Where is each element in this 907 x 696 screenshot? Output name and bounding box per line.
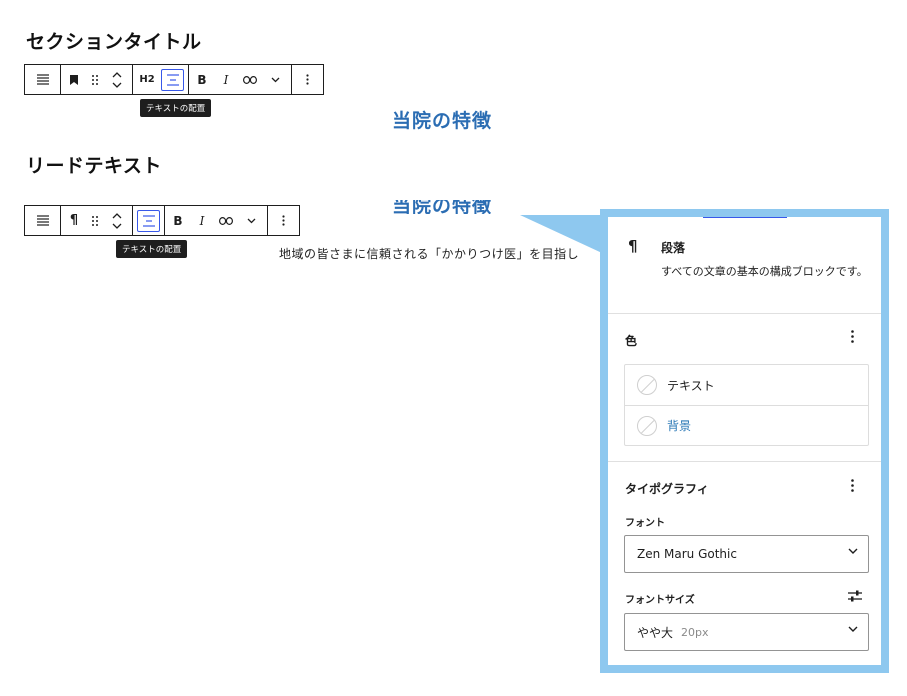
section-divider	[608, 461, 881, 462]
font-size-value: やや大	[637, 625, 674, 640]
move-up-down-icon[interactable]	[103, 206, 131, 235]
font-family-select[interactable]: Zen Maru Gothic	[624, 535, 869, 573]
color-item-label: 背景	[667, 419, 692, 433]
section-title-heading: セクションタイトル	[26, 31, 202, 53]
align-justify-icon[interactable]	[25, 65, 60, 94]
text-align-button[interactable]	[137, 209, 160, 232]
chevron-down-icon	[848, 626, 858, 632]
block-title: 段落	[661, 241, 686, 255]
text-align-tooltip: テキストの配置	[140, 99, 212, 117]
lead-text-heading: リードテキスト	[26, 155, 162, 177]
block-toolbar-paragraph: ¶ B I	[24, 205, 300, 236]
chevron-down-icon	[848, 548, 858, 554]
callout-pointer	[520, 215, 602, 253]
italic-button[interactable]: I	[215, 65, 237, 94]
more-options-icon[interactable]	[292, 65, 323, 94]
block-card: ¶ 段落 すべての文章の基本の構成ブロックです。	[608, 217, 881, 314]
color-item-text[interactable]: テキスト	[625, 365, 868, 405]
color-item-label: テキスト	[667, 378, 715, 393]
drag-handle-icon[interactable]	[87, 65, 103, 94]
preview-heading-clipped: 当院の特徴	[392, 200, 492, 214]
italic-button[interactable]: I	[191, 206, 213, 235]
bookmark-icon[interactable]	[61, 65, 87, 94]
link-icon[interactable]	[213, 206, 239, 235]
font-size-field-label: フォントサイズ	[625, 595, 695, 606]
align-justify-icon[interactable]	[25, 206, 60, 235]
block-settings-panel: ¶ 段落 すべての文章の基本の構成ブロックです。 色 テキスト 背景 タイポグラ…	[608, 217, 881, 665]
font-family-value: Zen Maru Gothic	[637, 547, 737, 561]
color-item-background[interactable]: 背景	[625, 405, 868, 445]
bold-button[interactable]: B	[189, 65, 215, 94]
preview-heading: 当院の特徴	[392, 110, 493, 132]
text-align-tooltip: テキストの配置	[116, 240, 188, 258]
block-description: すべての文章の基本の構成ブロックです。	[661, 265, 868, 278]
color-options-icon[interactable]	[851, 329, 854, 347]
chevron-down-icon[interactable]	[263, 65, 287, 94]
color-section-title: 色	[625, 334, 638, 348]
font-size-unit: 20px	[681, 625, 709, 639]
more-options-icon[interactable]	[268, 206, 299, 235]
heading-level-button[interactable]: H2	[133, 65, 161, 94]
link-icon[interactable]	[237, 65, 263, 94]
chevron-down-icon[interactable]	[239, 206, 263, 235]
bold-button[interactable]: B	[165, 206, 191, 235]
paragraph-icon[interactable]: ¶	[61, 206, 87, 235]
block-toolbar-heading: H2 B I	[24, 64, 324, 95]
drag-handle-icon[interactable]	[87, 206, 103, 235]
color-list: テキスト 背景	[624, 364, 869, 446]
empty-swatch-icon	[637, 415, 657, 436]
move-up-down-icon[interactable]	[103, 65, 131, 94]
tune-icon[interactable]	[848, 587, 862, 606]
preview-heading-clipped-text: 当院の特徴	[392, 200, 493, 214]
typography-section-title: タイポグラフィ	[625, 482, 709, 496]
typography-options-icon[interactable]	[851, 478, 854, 496]
paragraph-icon: ¶	[628, 237, 638, 255]
text-align-button[interactable]	[161, 68, 184, 91]
font-size-select[interactable]: やや大 20px	[624, 613, 869, 651]
font-field-label: フォント	[625, 518, 665, 529]
empty-swatch-icon	[637, 375, 657, 395]
